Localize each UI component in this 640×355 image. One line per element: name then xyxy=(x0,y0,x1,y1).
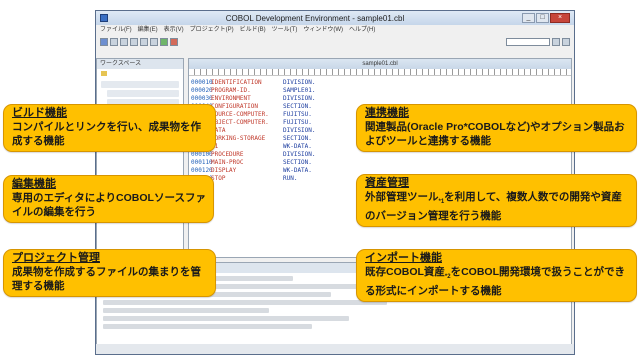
import-callout-title: インポート機能 xyxy=(365,252,442,264)
asset-callout: 資産管理 外部管理ツール*1を利用して、複数人数での開発や資産のバージョン管理を… xyxy=(356,174,637,228)
project-callout-body: 成果物を作成するファイルの集まりを管理する機能 xyxy=(12,266,201,292)
build-callout-title: ビルド機能 xyxy=(12,107,67,119)
code-line[interactable]: 000010 IDENTIFICATION DIVISION. xyxy=(189,79,571,87)
line-number: 000110 xyxy=(191,159,213,166)
edit-callout-title: 編集機能 xyxy=(12,178,56,190)
save-icon[interactable] xyxy=(120,37,128,46)
code-token: DIVISION. xyxy=(283,127,316,134)
code-token: DISPLAY xyxy=(211,167,237,174)
link-callout: 連携機能 関連製品(Oracle Pro*COBOLなど)やオプション製品および… xyxy=(356,104,637,152)
tree-item[interactable] xyxy=(107,90,179,98)
line-number: 000100 xyxy=(191,151,213,158)
code-line[interactable]: 000110 MAIN-PROC SECTION. xyxy=(189,159,571,167)
code-token: DIVISION. xyxy=(283,79,316,86)
asset-body-part1: 外部管理ツール xyxy=(365,191,439,203)
menu-tools[interactable]: ツール(T) xyxy=(272,25,298,36)
title-bar: COBOL Development Environment - sample01… xyxy=(96,11,574,25)
code-token: PROCEDURE xyxy=(211,151,244,158)
output-line xyxy=(103,300,388,305)
code-token: SECTION. xyxy=(283,103,312,110)
menu-project[interactable]: プロジェクト(P) xyxy=(190,25,234,36)
asset-callout-title: 資産管理 xyxy=(365,177,409,189)
menu-bar: ファイル(F) 編集(E) 表示(V) プロジェクト(P) ビルド(B) ツール… xyxy=(96,25,574,36)
maximize-button[interactable]: □ xyxy=(536,13,549,23)
cut-icon[interactable] xyxy=(130,37,138,46)
project-callout-title: プロジェクト管理 xyxy=(12,252,100,264)
line-number: 000030 xyxy=(191,95,213,102)
code-token: FUJITSU. xyxy=(283,111,312,118)
output-line xyxy=(103,316,350,321)
explorer-title: ワークスペース xyxy=(97,59,183,69)
run-icon[interactable] xyxy=(562,37,570,46)
build-callout: ビルド機能 コンパイルとリンクを行い、成果物を作成する機能 xyxy=(3,104,216,152)
code-editor[interactable]: sample01.cbl 000010 IDENTIFICATION DIVISIO… xyxy=(188,58,572,258)
import-callout: インポート機能 既存COBOL資産*2をCOBOL開発環境で扱うことができる形式… xyxy=(356,249,637,303)
edit-callout-body: 専用のエディタによりCOBOLソースファイルの編集を行う xyxy=(12,192,206,218)
line-number: 000020 xyxy=(191,87,213,94)
build-callout-body: コンパイルとリンクを行い、成果物を作成する機能 xyxy=(12,121,201,147)
debug-icon[interactable] xyxy=(552,37,560,46)
code-token: WK-DATA. xyxy=(283,167,312,174)
output-line xyxy=(103,308,269,313)
code-token: 01 xyxy=(211,143,283,151)
code-token: IDENTIFICATION xyxy=(211,79,262,86)
code-token: SAMPLE01. xyxy=(283,87,316,94)
edit-callout: 編集機能 専用のエディタによりCOBOLソースファイルの編集を行う xyxy=(3,175,214,223)
window-title: COBOL Development Environment - sample01… xyxy=(225,13,405,23)
project-callout: プロジェクト管理 成果物を作成するファイルの集まりを管理する機能 xyxy=(3,249,216,297)
asset-callout-body: 外部管理ツール*1を利用して、複数人数での開発や資産のバージョン管理を行う機能 xyxy=(365,190,630,223)
stop-icon[interactable] xyxy=(170,37,178,46)
code-token: DIVISION. xyxy=(283,95,316,102)
code-line[interactable]: 000100 PROCEDURE DIVISION. xyxy=(189,151,571,159)
app-icon xyxy=(100,14,108,22)
copy-icon[interactable] xyxy=(140,37,148,46)
paste-icon[interactable] xyxy=(150,37,158,46)
code-token: STOP xyxy=(211,175,226,182)
build-icon[interactable] xyxy=(160,37,168,46)
code-token: SECTION. xyxy=(283,159,312,166)
code-line[interactable]: 000020 PROGRAM-ID. SAMPLE01. xyxy=(189,87,571,95)
output-line xyxy=(103,324,312,329)
window-controls: _ □ × xyxy=(522,13,570,23)
new-file-icon[interactable] xyxy=(100,37,108,46)
tree-item[interactable] xyxy=(97,69,183,79)
code-token: SOURCE-COMPUTER. xyxy=(211,111,269,118)
code-token: OBJECT-COMPUTER. xyxy=(211,119,269,126)
menu-window[interactable]: ウィンドウ(W) xyxy=(303,25,343,36)
menu-help[interactable]: ヘルプ(H) xyxy=(349,25,375,36)
code-line[interactable]: 000030 ENVIRONMENT DIVISION. xyxy=(189,95,571,103)
menu-edit[interactable]: 編集(E) xyxy=(138,25,158,36)
minimize-button[interactable]: _ xyxy=(522,13,535,23)
configuration-combo[interactable] xyxy=(506,37,550,46)
link-callout-title: 連携機能 xyxy=(365,107,409,119)
folder-icon xyxy=(101,71,107,76)
line-number: 000010 xyxy=(191,79,213,86)
code-token: WORKING-STORAGE xyxy=(211,135,266,142)
line-number: 000120 xyxy=(191,167,213,174)
code-token: DIVISION. xyxy=(283,151,316,158)
menu-view[interactable]: 表示(V) xyxy=(164,25,184,36)
status-bar xyxy=(96,344,574,354)
menu-build[interactable]: ビルド(B) xyxy=(240,25,266,36)
code-token: ENVIRONMENT xyxy=(211,95,251,102)
import-callout-body: 既存COBOL資産*2をCOBOL開発環境で扱うことができる形式にインポートする… xyxy=(365,265,630,298)
code-token: DATA xyxy=(211,127,226,134)
tree-item[interactable] xyxy=(101,81,179,89)
menu-file[interactable]: ファイル(F) xyxy=(100,25,132,36)
column-ruler xyxy=(189,69,571,76)
editor-title: sample01.cbl xyxy=(189,59,571,69)
code-token: MAIN-PROC xyxy=(211,159,244,166)
project-explorer: ワークスペース xyxy=(96,58,184,258)
code-token: WK-DATA. xyxy=(283,143,312,150)
close-button[interactable]: × xyxy=(550,13,570,23)
import-body-part1: 既存COBOL資産 xyxy=(365,266,445,278)
code-token: FUJITSU. xyxy=(283,119,312,126)
toolbar xyxy=(96,36,574,47)
code-token: PROGRAM-ID. xyxy=(211,87,251,94)
code-token: CONFIGURATION xyxy=(211,103,258,110)
open-file-icon[interactable] xyxy=(110,37,118,46)
code-token: SECTION. xyxy=(283,135,312,142)
link-callout-body: 関連製品(Oracle Pro*COBOLなど)やオプション製品およびツールと連… xyxy=(365,121,625,147)
code-token: RUN. xyxy=(283,175,298,182)
